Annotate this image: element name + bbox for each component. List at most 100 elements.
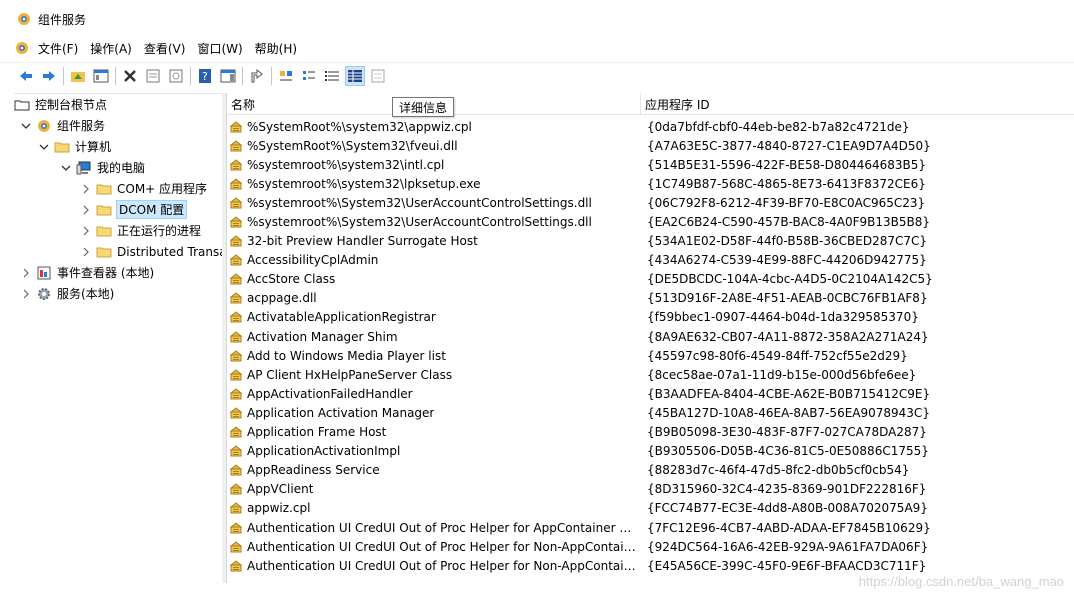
menu-action[interactable]: 操作(A) xyxy=(90,40,140,57)
menu-view[interactable]: 查看(V) xyxy=(144,40,194,57)
tree-item-event-viewer[interactable]: 事件查看器 (本地) xyxy=(20,262,154,283)
table-row[interactable]: Add to Windows Media Player list {45597c9… xyxy=(227,346,1074,365)
table-row[interactable]: Authentication UI CredUI Out of Proc Hel… xyxy=(227,518,1074,537)
console-tree-icon xyxy=(93,69,109,82)
table-row[interactable]: acppage.dll {513D916F-2A8E-4F51-AEAB-0CBC… xyxy=(227,289,1074,308)
dcom-list-view: 名称 应用程序 ID %SystemRoot%\system32\appwiz.… xyxy=(226,93,1074,583)
dcom-app-icon xyxy=(229,407,243,419)
chevron-right-icon[interactable] xyxy=(80,246,92,258)
table-row[interactable]: ApplicationActivationImpl {B9305506-D05B-… xyxy=(227,442,1074,461)
small-icons-icon xyxy=(303,70,315,80)
large-icons-button[interactable] xyxy=(276,66,296,86)
row-name-text: AccessibilityCplAdmin xyxy=(247,253,379,268)
chevron-down-icon[interactable] xyxy=(60,162,72,174)
table-row[interactable]: AppVClient {8D315960-32C4-4235-8369-901DF… xyxy=(227,480,1074,499)
chevron-down-icon[interactable] xyxy=(38,141,50,153)
tree-item-label: DCOM 配置 xyxy=(115,200,188,219)
tree-item-dcom-config[interactable]: DCOM 配置 xyxy=(80,199,188,220)
cell-name: Activation Manager Shim xyxy=(227,330,645,344)
table-row[interactable]: %systemroot%\System32\UserAccountControl… xyxy=(227,193,1074,212)
export-list-button[interactable] xyxy=(247,66,267,86)
tree-item-label: 正在运行的进程 xyxy=(117,224,202,238)
table-row[interactable]: appwiz.cpl {FCC74B77-EC3E-4dd8-A80B-008A7… xyxy=(227,499,1074,518)
table-row[interactable]: AP Client HxHelpPaneServer Class {8cec58a… xyxy=(227,365,1074,384)
cell-appid: {8D315960-32C4-4235-8369-901DF222816F} xyxy=(647,482,927,497)
tree-item-my-computer[interactable]: 我的电脑 xyxy=(60,157,145,178)
toolbar-separator xyxy=(242,66,243,85)
chevron-right-icon[interactable] xyxy=(20,267,32,279)
help-button[interactable]: ? xyxy=(195,66,215,86)
list-view-button[interactable] xyxy=(322,66,342,86)
chevron-right-icon[interactable] xyxy=(80,204,92,216)
table-row[interactable]: Application Frame Host {B9B05098-3E30-483… xyxy=(227,423,1074,442)
column-header-appid[interactable]: 应用程序 ID xyxy=(641,93,1074,115)
row-name-text: AccStore Class xyxy=(247,272,336,287)
row-name-text: 32-bit Preview Handler Surrogate Host xyxy=(247,234,478,249)
chevron-right-icon[interactable] xyxy=(80,183,92,195)
table-row[interactable]: 32-bit Preview Handler Surrogate Host {53… xyxy=(227,232,1074,251)
cell-appid: {45597c98-80f6-4549-84ff-752cf55e2d29} xyxy=(647,348,908,363)
dcom-app-icon xyxy=(229,159,243,171)
row-name-text: %SystemRoot%\System32\fveui.dll xyxy=(247,138,458,153)
tree-item-distributed-transaction-coordinator[interactable]: Distributed Transaction Coordinator xyxy=(80,241,222,262)
folder-icon xyxy=(96,247,112,257)
table-row[interactable]: Activation Manager Shim {8A9AE632-CB07-4A… xyxy=(227,327,1074,346)
up-one-level-button[interactable] xyxy=(68,66,88,86)
properties-button[interactable] xyxy=(143,66,163,86)
table-row[interactable]: Authentication UI CredUI Out of Proc Hel… xyxy=(227,556,1074,575)
tree-item-running-processes[interactable]: 正在运行的进程 xyxy=(80,220,201,241)
chevron-down-icon[interactable] xyxy=(20,120,32,132)
dcom-app-icon xyxy=(229,140,243,152)
cell-name: AccStore Class xyxy=(227,272,645,286)
cell-appid: {B3AADFEA-8404-4CBE-A62E-B0B715412C9E} xyxy=(647,386,931,401)
system-menu-icon[interactable] xyxy=(14,40,30,56)
toolbar-separator xyxy=(115,66,116,85)
table-row[interactable]: AppReadiness Service {88283d7c-46f4-47d5-… xyxy=(227,461,1074,480)
menu-file[interactable]: 文件(F) xyxy=(38,40,86,57)
large-icons-icon xyxy=(280,70,292,80)
show-hide-action-pane-button[interactable] xyxy=(218,66,238,86)
table-row[interactable]: %systemroot%\system32\lpksetup.exe {1C749… xyxy=(227,174,1074,193)
cell-appid: {A7A63E5C-3877-4840-8727-C1EA9D7A4D50} xyxy=(647,138,931,153)
small-icons-button[interactable] xyxy=(299,66,319,86)
back-button[interactable] xyxy=(16,66,36,86)
cell-name: Application Activation Manager xyxy=(227,406,645,420)
table-row[interactable]: AppActivationFailedHandler {B3AADFEA-8404… xyxy=(227,384,1074,403)
refresh-button[interactable] xyxy=(166,66,186,86)
menu-help[interactable]: 帮助(H) xyxy=(255,40,305,57)
row-name-text: Authentication UI CredUI Out of Proc Hel… xyxy=(247,558,639,573)
cell-name: AppVClient xyxy=(227,482,645,496)
menu-window[interactable]: 窗口(W) xyxy=(197,40,250,57)
table-row[interactable]: AccStore Class {DE5DBCDC-104A-4cbc-A4D5-0… xyxy=(227,270,1074,289)
table-row[interactable]: Authentication UI CredUI Out of Proc Hel… xyxy=(227,537,1074,556)
forward-arrow-icon xyxy=(43,70,55,81)
table-row[interactable]: %SystemRoot%\System32\fveui.dll {A7A63E5C… xyxy=(227,136,1074,155)
table-row[interactable]: %systemroot%\system32\intl.cpl {514B5E31-… xyxy=(227,155,1074,174)
forward-button[interactable] xyxy=(39,66,59,86)
table-row[interactable]: %SystemRoot%\system32\appwiz.cpl {0da7bfd… xyxy=(227,117,1074,136)
table-row[interactable]: AccessibilityCplAdmin {434A6274-C539-4E99… xyxy=(227,251,1074,270)
component-services-icon xyxy=(38,119,50,132)
cell-appid: {434A6274-C539-4E99-88FC-44206D942775} xyxy=(647,253,927,268)
details-tooltip: 详细信息 xyxy=(392,97,455,117)
tree-item-console-root[interactable]: 控制台根节点 xyxy=(14,94,107,115)
table-row[interactable]: %systemroot%\System32\UserAccountControl… xyxy=(227,212,1074,231)
console-tree: 控制台根节点 组件服务 计算机 我的电脑 COM+ 应用程序 DCOM 配置 正… xyxy=(14,93,222,583)
cell-name: AppActivationFailedHandler xyxy=(227,387,645,401)
show-hide-tree-button[interactable] xyxy=(91,66,111,86)
list-header: 名称 应用程序 ID xyxy=(227,93,1074,115)
tree-item-com-plus-applications[interactable]: COM+ 应用程序 xyxy=(80,178,207,199)
component-view-button[interactable] xyxy=(368,66,388,86)
delete-button[interactable] xyxy=(120,66,140,86)
details-view-button[interactable] xyxy=(345,65,365,86)
tree-item-component-services[interactable]: 组件服务 xyxy=(20,115,105,136)
cell-name: appwiz.cpl xyxy=(227,501,645,515)
row-name-text: AP Client HxHelpPaneServer Class xyxy=(247,367,453,382)
table-row[interactable]: Application Activation Manager {45BA127D-… xyxy=(227,403,1074,422)
chevron-right-icon[interactable] xyxy=(80,225,92,237)
tree-item-services-local[interactable]: 服务(本地) xyxy=(20,283,114,304)
row-name-text: ApplicationActivationImpl xyxy=(247,444,401,459)
table-row[interactable]: ActivatableApplicationRegistrar {f59bbec1… xyxy=(227,308,1074,327)
chevron-right-icon[interactable] xyxy=(20,288,32,300)
tree-item-computers[interactable]: 计算机 xyxy=(38,136,111,157)
